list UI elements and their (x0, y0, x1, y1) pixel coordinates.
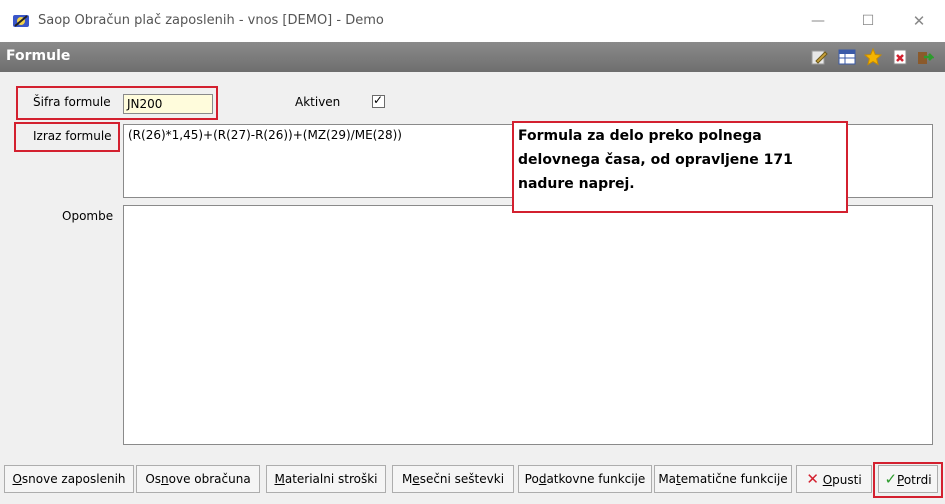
osnove-obracuna-button[interactable]: Osnove obračuna (136, 465, 260, 493)
podatkovne-prefix: Po (524, 472, 539, 486)
podatkovne-label: atkovne funkcije (546, 472, 646, 486)
osnove-obracuna-mnemonic: n (161, 472, 169, 486)
star-icon[interactable] (864, 48, 882, 66)
mesecni-label: sečni seštevki (419, 472, 505, 486)
mesecni-sestevki-button[interactable]: Mesečni seštevki (392, 465, 514, 493)
close-window-button[interactable]: ✕ (899, 8, 939, 34)
sifra-label: Šifra formule (33, 95, 111, 109)
exit-icon[interactable] (916, 48, 934, 66)
opusti-button[interactable]: ✕ Opusti (796, 465, 872, 493)
mesecni-mnemonic: e (412, 472, 420, 486)
annotation-line-3: nadure naprej. (518, 176, 635, 192)
osnove-obracuna-label: ove obračuna (168, 472, 251, 486)
window-title: Saop Obračun plač zaposlenih - vnos [DEM… (38, 13, 384, 28)
cancel-x-icon: ✕ (806, 470, 819, 488)
table-icon[interactable] (838, 48, 856, 66)
osnove-obracuna-prefix: Os (145, 472, 162, 486)
sifra-input[interactable]: JN200 (123, 94, 213, 114)
matematicne-prefix: Ma (658, 472, 677, 486)
podatkovne-funkcije-button[interactable]: Podatkovne funkcije (518, 465, 652, 493)
osnove-zaposlenih-button[interactable]: Osnove zaposlenih (4, 465, 134, 493)
matematicne-label: ematične funkcije (680, 472, 788, 486)
opusti-mnemonic: O (822, 473, 833, 487)
check-icon: ✓ (373, 93, 384, 107)
confirm-check-icon: ✓ (884, 470, 898, 488)
aktiven-label: Aktiven (295, 95, 341, 109)
potrdi-button[interactable]: ✓Potrdi (878, 465, 938, 493)
form-title: Formule (6, 48, 71, 64)
potrdi-label: otrdi (903, 473, 932, 487)
close-doc-icon[interactable] (891, 48, 909, 66)
izraz-label: Izraz formule (33, 129, 112, 143)
annotation-line-2: delovnega časa, od opravljene 171 (518, 152, 793, 168)
annotation-line-1: Formula za delo preko polnega (518, 128, 762, 144)
osnove-zaposlenih-label: snove zaposlenih (21, 472, 126, 486)
opusti-label: pusti (832, 473, 862, 487)
app-logo-icon (13, 15, 29, 27)
mesecni-prefix: M (401, 472, 413, 486)
opombe-textarea[interactable] (123, 205, 933, 445)
materialni-label: aterialni stroški (284, 472, 378, 486)
maximize-button[interactable]: ☐ (848, 8, 888, 34)
materialni-stroski-button[interactable]: Materialni stroški (266, 465, 386, 493)
matematicne-funkcije-button[interactable]: Matematične funkcije (654, 465, 792, 493)
materialni-mnemonic: M (274, 472, 285, 486)
potrdi-mnemonic: P (897, 473, 904, 487)
opombe-label: Opombe (62, 209, 114, 223)
minimize-button[interactable]: — (798, 8, 838, 34)
osnove-zaposlenih-mnemonic: O (12, 472, 22, 486)
form-header-bar (0, 42, 945, 72)
aktiven-checkbox[interactable]: ✓ (372, 93, 385, 108)
edit-icon[interactable] (810, 48, 828, 66)
